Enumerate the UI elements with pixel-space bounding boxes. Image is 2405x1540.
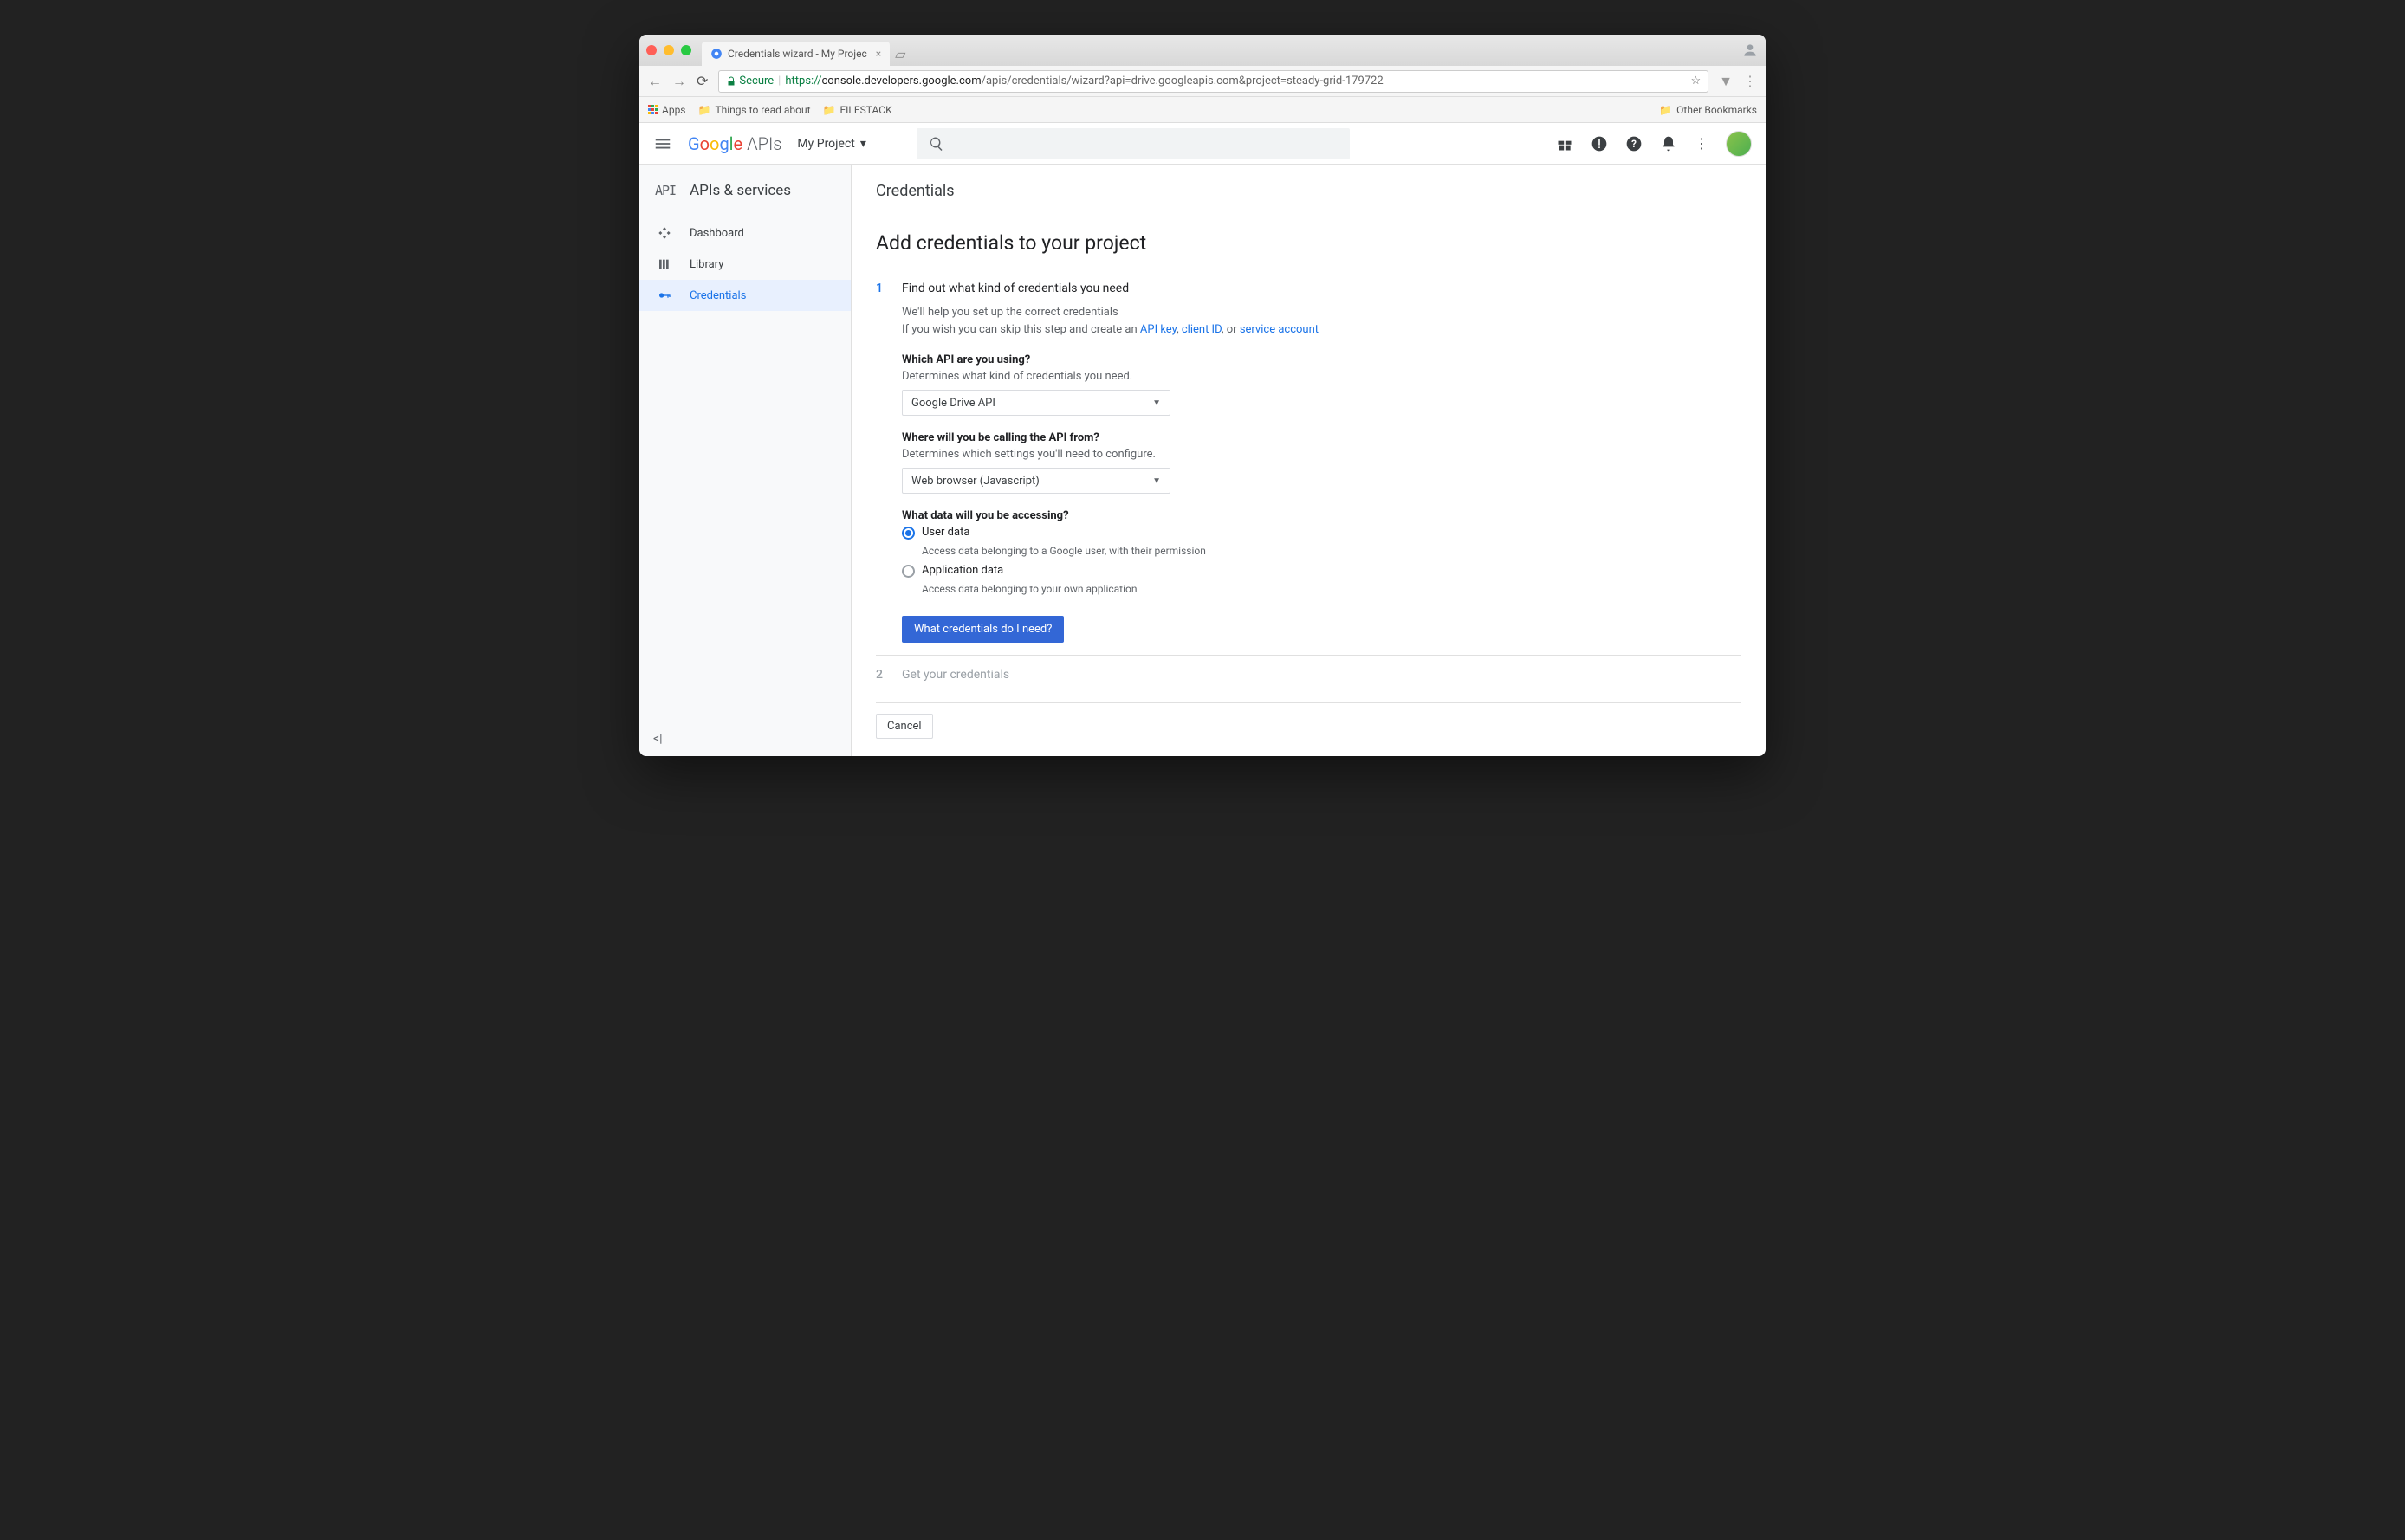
service-account-link[interactable]: service account — [1240, 323, 1319, 336]
favicon-icon — [710, 48, 723, 60]
sidebar-item-library[interactable]: Library — [639, 249, 851, 280]
collapse-sidebar-button[interactable]: <| — [653, 732, 663, 746]
radio-user-data[interactable]: User data — [902, 526, 1474, 540]
field-label-api: Which API are you using? — [902, 353, 1474, 366]
client-id-link[interactable]: client ID — [1182, 323, 1222, 336]
sidebar-item-label: Dashboard — [690, 227, 744, 240]
window-maximize[interactable] — [681, 45, 691, 55]
field-desc: Determines what kind of credentials you … — [902, 370, 1474, 383]
project-selector[interactable]: My Project ▾ — [797, 137, 865, 151]
step-number: 2 — [876, 668, 886, 690]
bookmarks-bar: Apps 📁 Things to read about 📁 FILESTACK … — [639, 97, 1766, 123]
step-help-text: We'll help you set up the correct creden… — [902, 304, 1474, 338]
google-apis-logo[interactable]: Google APIs — [688, 133, 781, 154]
caret-down-icon: ▼ — [1152, 476, 1161, 486]
radio-input-checked[interactable] — [902, 527, 915, 540]
calling-from-select[interactable]: Web browser (Javascript) ▼ — [902, 468, 1170, 494]
url-text: https://console.developers.google.com/ap… — [785, 74, 1383, 87]
field-desc: Determines which settings you'll need to… — [902, 448, 1474, 461]
alert-icon[interactable] — [1591, 135, 1608, 152]
radio-desc: Access data belonging to a Google user, … — [922, 545, 1474, 557]
caret-down-icon: ▾ — [860, 137, 866, 151]
dashboard-icon — [657, 226, 672, 240]
window-minimize[interactable] — [664, 45, 674, 55]
window-close[interactable] — [646, 45, 657, 55]
bookmark-folder[interactable]: 📁 Things to read about — [698, 104, 811, 116]
step-title: Find out what kind of credentials you ne… — [902, 281, 1474, 295]
divider — [876, 702, 1741, 703]
step-title: Get your credentials — [902, 668, 1474, 682]
apps-grid-icon — [648, 105, 658, 114]
api-key-link[interactable]: API key — [1140, 323, 1177, 336]
section-title: Add credentials to your project — [876, 231, 1741, 255]
radio-input[interactable] — [902, 565, 915, 578]
other-bookmarks[interactable]: 📁 Other Bookmarks — [1659, 104, 1757, 116]
wizard-step-1: 1 Find out what kind of credentials you … — [876, 269, 1474, 655]
cancel-button[interactable]: Cancel — [876, 714, 933, 739]
radio-application-data[interactable]: Application data — [902, 564, 1474, 578]
search-icon — [929, 136, 944, 152]
notifications-icon[interactable] — [1660, 135, 1677, 152]
folder-icon: 📁 — [823, 104, 836, 116]
browser-menu-icon[interactable]: ⋮ — [1743, 73, 1757, 89]
new-tab-button[interactable]: ▱ — [895, 46, 905, 62]
caret-down-icon: ▼ — [1152, 398, 1161, 408]
tab-title: Credentials wizard - My Projec — [728, 48, 867, 60]
more-icon[interactable]: ⋮ — [1695, 135, 1708, 152]
browser-toolbar: ← → ⟳ Secure | https://console.developer… — [639, 66, 1766, 97]
back-button[interactable]: ← — [648, 73, 662, 90]
sidebar-item-credentials[interactable]: Credentials — [639, 280, 851, 311]
forward-button[interactable]: → — [672, 73, 686, 90]
app-header: Google APIs My Project ▾ ? ⋮ — [639, 123, 1766, 165]
sidebar-item-label: Credentials — [690, 289, 746, 302]
sidebar-item-dashboard[interactable]: Dashboard — [639, 217, 851, 249]
extension-icon[interactable]: ▼ — [1719, 73, 1733, 90]
api-select[interactable]: Google Drive API ▼ — [902, 390, 1170, 416]
wizard-step-2: 2 Get your credentials — [876, 656, 1474, 702]
address-bar[interactable]: Secure | https://console.developers.goog… — [718, 70, 1708, 93]
browser-profile-icon[interactable] — [1741, 42, 1759, 59]
search-box[interactable] — [917, 128, 1350, 159]
lock-icon — [726, 76, 736, 87]
field-label-calling-from: Where will you be calling the API from? — [902, 431, 1474, 444]
radio-desc: Access data belonging to your own applic… — [922, 583, 1474, 595]
reload-button[interactable]: ⟳ — [697, 73, 708, 89]
gift-icon[interactable] — [1556, 135, 1573, 152]
svg-text:?: ? — [1631, 138, 1637, 150]
sidebar: API APIs & services Dashboard Library Cr… — [639, 165, 852, 756]
browser-tab[interactable]: Credentials wizard - My Projec × — [702, 42, 890, 66]
bookmark-star-icon[interactable]: ☆ — [1691, 74, 1702, 87]
menu-icon[interactable] — [653, 134, 672, 153]
library-icon — [657, 257, 672, 271]
folder-icon: 📁 — [698, 104, 711, 116]
step-number: 1 — [876, 281, 886, 643]
help-icon[interactable]: ? — [1625, 135, 1643, 152]
key-icon — [657, 288, 672, 302]
page-title: Credentials — [876, 182, 1741, 216]
tab-close-icon[interactable]: × — [876, 48, 881, 60]
browser-titlebar: Credentials wizard - My Projec × ▱ — [639, 35, 1766, 66]
sidebar-item-label: Library — [690, 258, 723, 271]
bookmark-folder[interactable]: 📁 FILESTACK — [823, 104, 892, 116]
user-avatar[interactable] — [1726, 131, 1752, 157]
api-chip-icon: API — [655, 183, 676, 198]
secure-badge: Secure — [726, 74, 774, 87]
folder-icon: 📁 — [1659, 104, 1672, 116]
what-credentials-button[interactable]: What credentials do I need? — [902, 616, 1064, 643]
field-label-data-access: What data will you be accessing? — [902, 509, 1474, 522]
apps-shortcut[interactable]: Apps — [648, 104, 686, 116]
main-content: Credentials Add credentials to your proj… — [852, 165, 1766, 756]
sidebar-header: API APIs & services — [639, 165, 851, 217]
